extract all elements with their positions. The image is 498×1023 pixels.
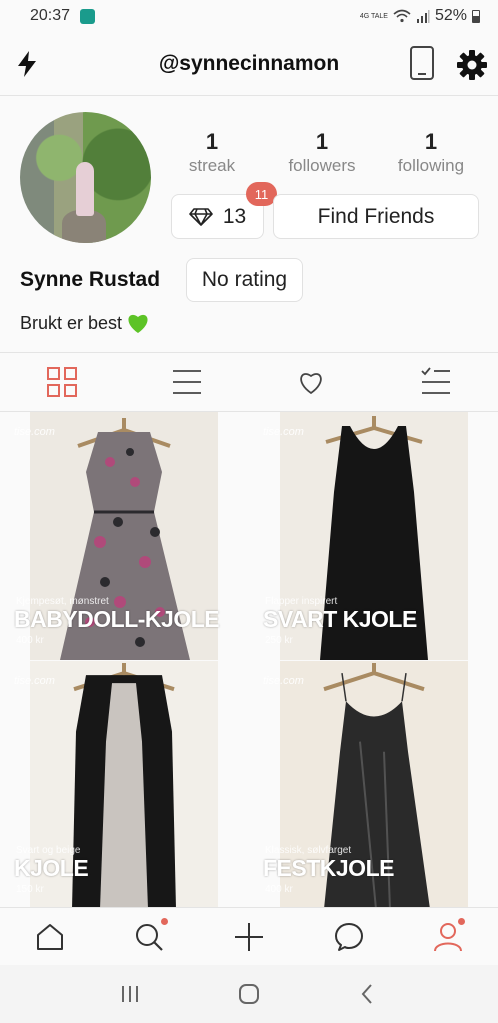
profile-tabs (0, 352, 498, 412)
listing-grid: tise.com Kjempesøt, mønstret BABYDOLL-KJ… (0, 412, 498, 909)
status-bar: 20:37 4G TALE 52% (0, 0, 498, 32)
listing-title: SVART KJOLE (263, 606, 417, 632)
profile-bio: Brukt er best (20, 312, 150, 334)
notification-dot (160, 918, 168, 925)
stat-value: 1 (315, 129, 329, 154)
gems-count: 13 (222, 204, 247, 228)
stat-label: streak (188, 156, 236, 175)
recents-icon[interactable] (118, 982, 142, 1006)
wifi-icon (393, 9, 411, 23)
stat-label: following (397, 156, 465, 175)
phone-icon[interactable] (410, 46, 434, 80)
list-icon (172, 370, 201, 394)
listing-card[interactable]: tise.com Flapper inspirert SVART KJOLE 2… (249, 412, 498, 660)
listing-title: FESTKJOLE (263, 855, 394, 881)
stat-value: 1 (205, 129, 219, 154)
listing-price: 150 kr (16, 884, 44, 895)
nav-add[interactable] (199, 908, 299, 965)
gear-icon[interactable] (456, 49, 488, 81)
nav-messages[interactable] (299, 908, 399, 965)
network-type: 4G TALE (359, 12, 388, 20)
listing-title: KJOLE (14, 855, 89, 881)
chat-icon (334, 922, 363, 951)
tab-checklist[interactable] (374, 353, 498, 411)
battery-percent: 52% (434, 7, 467, 24)
page-title: @synnecinnamon (158, 51, 340, 75)
tab-list[interactable] (125, 353, 250, 411)
watermark: tise.com (263, 675, 304, 687)
home-icon (36, 923, 63, 950)
bio-text: Brukt er best (20, 312, 123, 333)
listing-price: 400 kr (265, 884, 293, 895)
diamond-icon (189, 207, 213, 226)
profile-name: Synne Rustad (20, 268, 161, 291)
nav-home[interactable] (0, 908, 100, 965)
stat-followers[interactable]: 1 followers (267, 128, 377, 176)
tab-grid[interactable] (0, 353, 125, 411)
stat-following[interactable]: 1 following (376, 128, 486, 176)
search-icon (136, 923, 164, 951)
status-time: 20:37 (30, 7, 71, 24)
watermark: tise.com (14, 426, 55, 438)
nav-search[interactable] (100, 908, 200, 965)
nav-profile[interactable] (398, 908, 498, 965)
profile-header: @synnecinnamon (0, 32, 498, 96)
back-icon[interactable] (356, 982, 380, 1006)
tab-favorites[interactable] (249, 353, 374, 411)
avatar[interactable] (20, 112, 151, 243)
listing-card[interactable]: tise.com Kjempesøt, mønstret BABYDOLL-KJ… (0, 412, 249, 660)
watermark: tise.com (263, 426, 304, 438)
lightning-icon[interactable] (16, 50, 38, 78)
signal-icon (416, 10, 430, 23)
bottom-navigation (0, 907, 498, 965)
stat-streak[interactable]: 1 streak (157, 128, 267, 176)
battery-icon (472, 9, 480, 23)
plus-icon (234, 922, 263, 951)
green-heart-icon (128, 314, 148, 333)
stat-label: followers (288, 156, 356, 175)
checklist-icon (421, 367, 450, 394)
find-friends-button[interactable]: Find Friends (273, 194, 479, 239)
stat-value: 1 (424, 129, 438, 154)
grid-icon (47, 367, 78, 397)
home-button-icon[interactable] (237, 982, 261, 1006)
listing-card[interactable]: tise.com Klassisk, sølvfarget FESTKJOLE … (249, 661, 498, 909)
listing-price: 400 kr (16, 635, 44, 646)
system-navigation (0, 965, 498, 1023)
listing-title: BABYDOLL-KJOLE (14, 606, 220, 632)
avatar-person (76, 162, 94, 216)
listing-price: 250 kr (265, 635, 293, 646)
notification-dot (458, 918, 466, 925)
profile-icon (434, 922, 463, 951)
rating-button[interactable]: No rating (186, 258, 303, 302)
notification-app-icon (80, 8, 96, 24)
heart-icon (300, 373, 322, 394)
watermark: tise.com (14, 675, 55, 687)
listing-card[interactable]: tise.com Svart og beige KJOLE 150 kr (0, 661, 249, 909)
